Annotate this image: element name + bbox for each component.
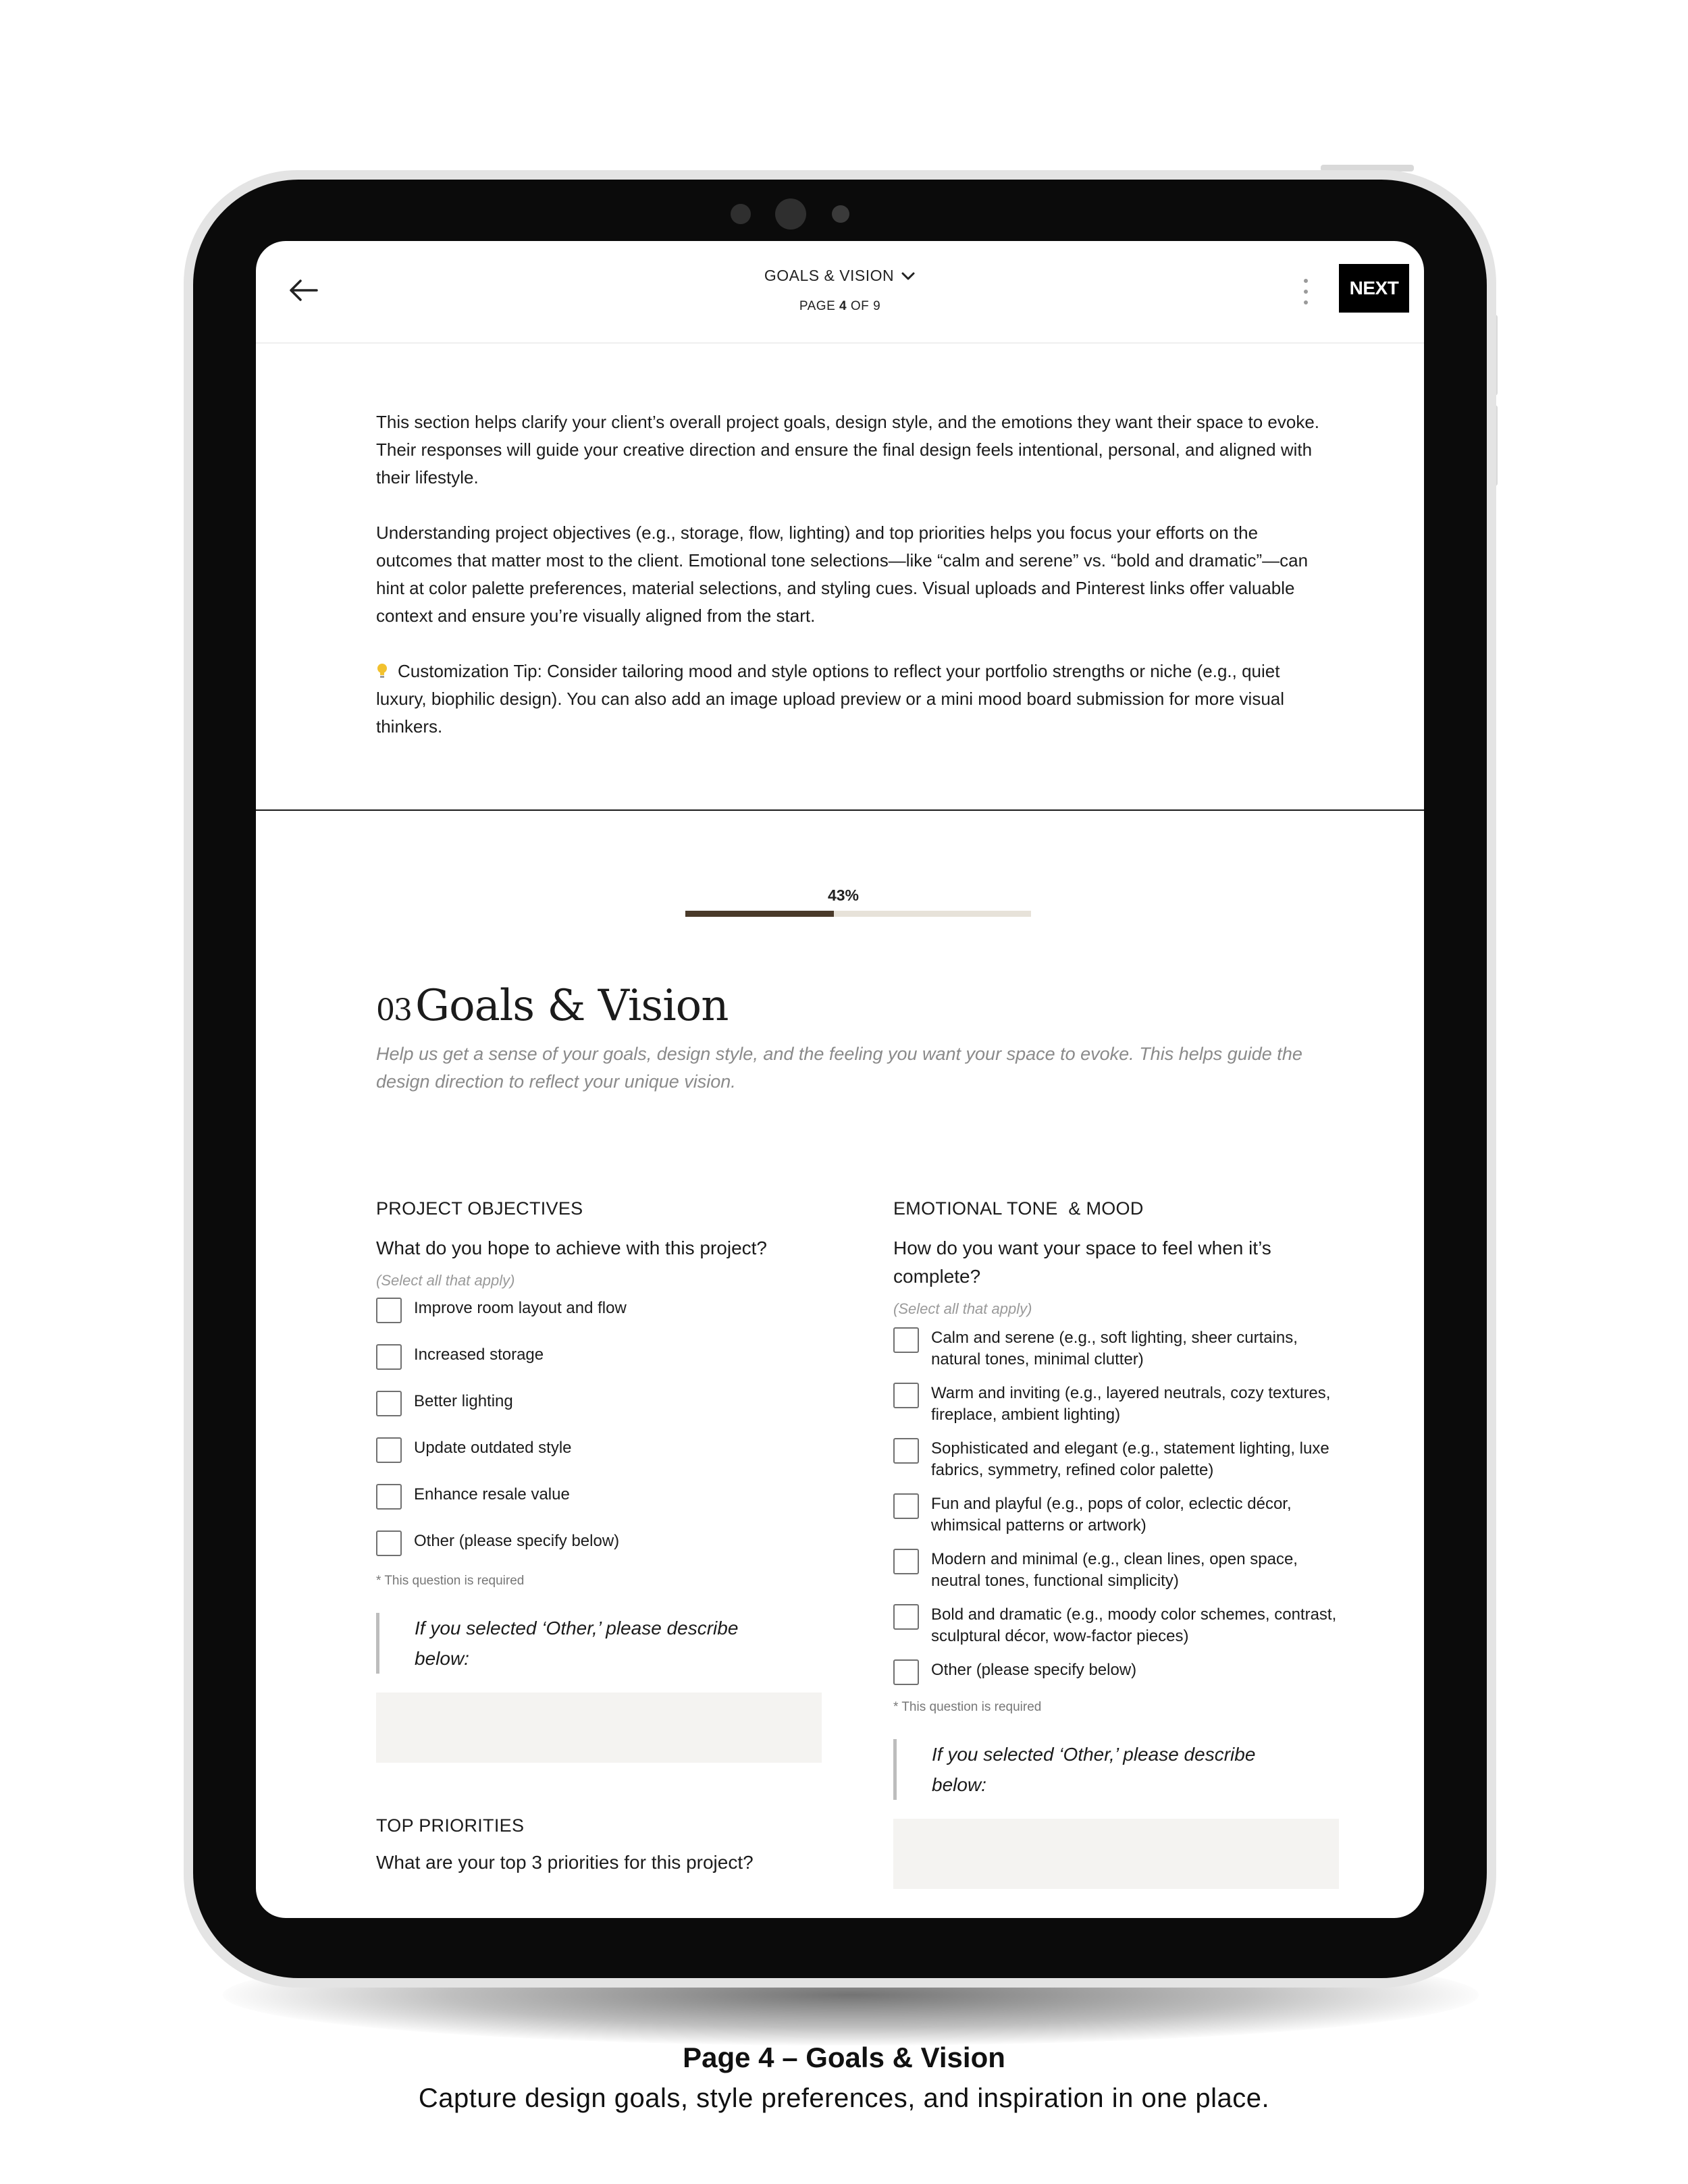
required-note: * This question is required bbox=[376, 1574, 525, 1588]
other-description-input[interactable] bbox=[893, 1819, 1339, 1889]
objective-option[interactable]: Enhance resale value bbox=[376, 1484, 828, 1510]
emotional-question: How do you want your space to feel when … bbox=[893, 1237, 1271, 1287]
section-title: GOALS & VISION bbox=[764, 267, 895, 284]
emotional-section-title: EMOTIONAL TONE & MOOD bbox=[893, 1198, 1144, 1219]
section-dropdown[interactable]: GOALS & VISION bbox=[256, 267, 1424, 286]
checkbox[interactable] bbox=[893, 1604, 919, 1630]
camera-sensor-right bbox=[832, 205, 849, 223]
intro-paragraph: Understanding project objectives (e.g., … bbox=[376, 523, 1309, 626]
next-button[interactable]: NEXT bbox=[1339, 264, 1409, 313]
mood-option[interactable]: Fun and playful (e.g., pops of color, ec… bbox=[893, 1493, 1346, 1537]
mood-option[interactable]: Modern and minimal (e.g., clean lines, o… bbox=[893, 1549, 1346, 1592]
customization-tip: Customization Tip: Consider tailoring mo… bbox=[376, 660, 1285, 737]
emotional-tone-column: EMOTIONAL TONE & MOOD How do you want yo… bbox=[893, 1198, 1346, 1889]
form-title: Goals & Vision bbox=[415, 981, 729, 1031]
form-subtitle: Help us get a sense of your goals, desig… bbox=[376, 1044, 1302, 1092]
emotional-hint: (Select all that apply) bbox=[893, 1300, 1032, 1317]
objective-option[interactable]: Improve room layout and flow bbox=[376, 1298, 828, 1323]
checkbox[interactable] bbox=[893, 1659, 919, 1685]
caption-subtitle: Capture design goals, style preferences,… bbox=[418, 2083, 1270, 2113]
caption-title: Page 4 – Goals & Vision bbox=[683, 2042, 1005, 2073]
progress-bar-fill bbox=[685, 911, 835, 917]
checkbox[interactable] bbox=[376, 1298, 402, 1323]
checkbox[interactable] bbox=[893, 1438, 919, 1464]
objective-option[interactable]: Other (please specify below) bbox=[376, 1530, 828, 1556]
tablet-screen: GOALS & VISION PAGE 4 OF 9 NEXT This sec… bbox=[256, 241, 1424, 1918]
mood-option[interactable]: Calm and serene (e.g., soft lighting, sh… bbox=[893, 1327, 1346, 1370]
checkbox[interactable] bbox=[893, 1383, 919, 1408]
progress-bar bbox=[685, 911, 1031, 917]
mood-option[interactable]: Other (please specify below) bbox=[893, 1659, 1346, 1685]
app-header: GOALS & VISION PAGE 4 OF 9 NEXT bbox=[256, 241, 1424, 344]
camera-sensor-left bbox=[731, 204, 751, 224]
objectives-question: What do you hope to achieve with this pr… bbox=[376, 1237, 768, 1258]
other-description-prompt: If you selected ‘Other,’ please describe… bbox=[376, 1613, 739, 1674]
mood-option[interactable]: Sophisticated and elegant (e.g., stateme… bbox=[893, 1438, 1346, 1481]
checkbox[interactable] bbox=[376, 1437, 402, 1463]
other-description-input[interactable] bbox=[376, 1693, 822, 1763]
objectives-column: PROJECT OBJECTIVES What do you hope to a… bbox=[376, 1198, 828, 1877]
checkbox[interactable] bbox=[376, 1344, 402, 1370]
checkbox[interactable] bbox=[376, 1484, 402, 1510]
intro-paragraph: This section helps clarify your client’s… bbox=[376, 412, 1320, 487]
section-divider bbox=[256, 809, 1424, 811]
lightbulb-icon bbox=[376, 660, 388, 678]
section-number: 03 bbox=[376, 993, 413, 1028]
checkbox[interactable] bbox=[376, 1530, 402, 1556]
section-intro: This section helps clarify your client’s… bbox=[376, 408, 1335, 768]
page-indicator: PAGE 4 OF 9 bbox=[799, 299, 881, 313]
checkbox[interactable] bbox=[893, 1493, 919, 1519]
priorities-question: What are your top 3 priorities for this … bbox=[376, 1852, 754, 1873]
more-options-icon[interactable] bbox=[1296, 276, 1316, 307]
form-heading: 03Goals & Vision bbox=[376, 981, 729, 1031]
mood-option[interactable]: Bold and dramatic (e.g., moody color sch… bbox=[893, 1604, 1346, 1647]
required-note: * This question is required bbox=[893, 1700, 1042, 1714]
objectives-hint: (Select all that apply) bbox=[376, 1272, 515, 1289]
camera-lens bbox=[775, 198, 806, 230]
objective-option[interactable]: Update outdated style bbox=[376, 1437, 828, 1463]
progress-percent: 43% bbox=[827, 886, 860, 904]
objective-option[interactable]: Better lighting bbox=[376, 1391, 828, 1416]
objectives-section-title: PROJECT OBJECTIVES bbox=[376, 1198, 583, 1219]
priorities-section-title: TOP PRIORITIES bbox=[376, 1815, 525, 1836]
mood-option[interactable]: Warm and inviting (e.g., layered neutral… bbox=[893, 1383, 1346, 1426]
checkbox[interactable] bbox=[893, 1549, 919, 1574]
other-description-prompt: If you selected ‘Other,’ please describe… bbox=[893, 1739, 1256, 1800]
checkbox[interactable] bbox=[893, 1327, 919, 1353]
objective-option[interactable]: Increased storage bbox=[376, 1344, 828, 1370]
checkbox[interactable] bbox=[376, 1391, 402, 1416]
chevron-down-icon bbox=[901, 267, 916, 286]
